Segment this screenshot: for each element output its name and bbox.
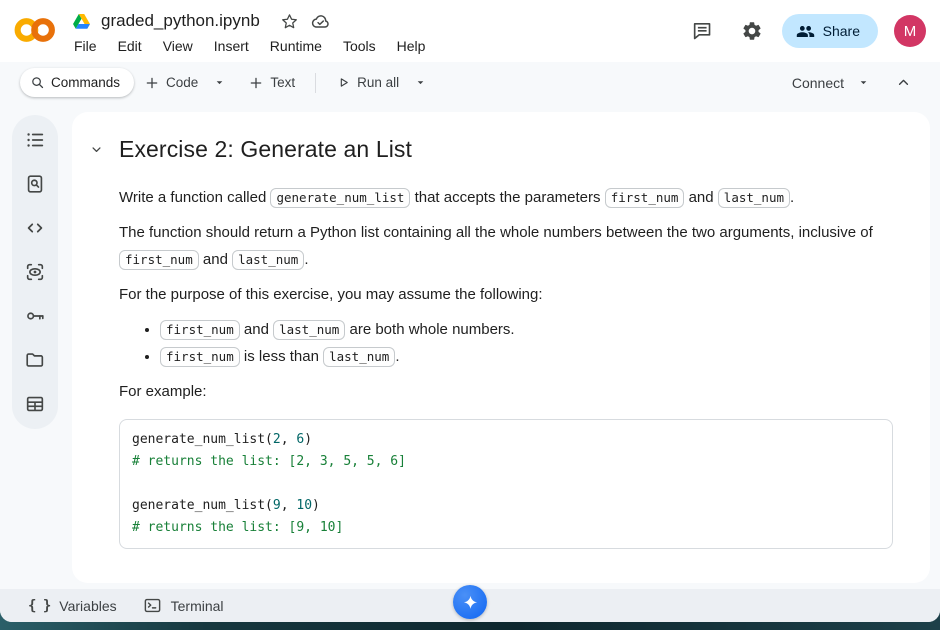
inline-code-chip: first_num (160, 320, 240, 340)
inline-code-chip: last_num (232, 250, 304, 270)
code-snippets-icon[interactable] (23, 216, 47, 240)
colab-logo-icon[interactable] (13, 15, 57, 50)
commands-button[interactable]: Commands (20, 68, 134, 97)
notebook-filename[interactable]: graded_python.ipynb (97, 11, 264, 31)
colab-window: graded_python.ipynb File Edit View Insert Ru… (0, 0, 940, 622)
drive-icon (73, 14, 90, 29)
paragraph: Write a function called generate_num_lis… (119, 184, 877, 211)
list-item: first_num is less than last_num. (160, 343, 836, 370)
add-code-button[interactable]: Code (136, 68, 206, 97)
toolbar-divider (315, 73, 316, 93)
inline-code-chip: first_num (605, 188, 685, 208)
spark-icon (462, 594, 479, 611)
paragraph: For example: (119, 378, 877, 405)
play-icon (336, 75, 351, 90)
search-icon (30, 75, 45, 90)
title-block: graded_python.ipynb File Edit View Insert Ru… (73, 8, 425, 54)
run-all-button[interactable]: Run all (328, 68, 407, 97)
list-item: first_num and last_num are both whole nu… (160, 316, 836, 343)
star-icon[interactable] (280, 12, 299, 31)
terminal-icon (143, 596, 162, 615)
vision-scan-eye-icon[interactable] (23, 260, 47, 284)
connect-dropdown-caret-icon[interactable] (852, 68, 874, 97)
cloud-saved-icon[interactable] (310, 11, 331, 32)
inline-code-chip: last_num (323, 347, 395, 367)
table-of-contents-icon[interactable] (23, 128, 47, 152)
comments-icon[interactable] (682, 11, 722, 51)
settings-gear-icon[interactable] (732, 11, 772, 51)
user-avatar[interactable]: M (894, 15, 926, 47)
secrets-key-icon[interactable] (23, 304, 47, 328)
cell-heading: Exercise 2: Generate an List (119, 133, 412, 165)
add-text-label: Text (270, 75, 295, 90)
menu-insert[interactable]: Insert (214, 38, 249, 54)
collapse-cell-chevron-icon[interactable] (88, 141, 104, 157)
add-code-dropdown-caret-icon[interactable] (208, 68, 230, 97)
markdown-cell[interactable]: Exercise 2: Generate an List Write a fun… (72, 112, 930, 583)
notebook-main: Exercise 2: Generate an List Write a fun… (0, 103, 940, 589)
run-all-dropdown-caret-icon[interactable] (409, 68, 431, 97)
menu-help[interactable]: Help (397, 38, 426, 54)
inline-code-chip: last_num (718, 188, 790, 208)
connect-button[interactable]: Connect (788, 75, 848, 91)
add-code-label: Code (166, 75, 198, 90)
run-all-label: Run all (357, 75, 399, 90)
files-folder-icon[interactable] (23, 348, 47, 372)
share-label: Share (823, 23, 860, 39)
inline-code-chip: generate_num_list (270, 188, 410, 208)
app-header: graded_python.ipynb File Edit View Insert Ru… (0, 0, 940, 62)
markdown-body: Write a function called generate_num_lis… (72, 184, 930, 549)
code-example-block[interactable]: generate_num_list(2, 6)# returns the lis… (119, 419, 893, 549)
heading-row: Exercise 2: Generate an List (72, 112, 930, 165)
paragraph: For the purpose of this exercise, you ma… (119, 281, 877, 308)
notebook-toolbar: Commands Code Text (0, 62, 940, 103)
terminal-button[interactable]: Terminal (143, 596, 224, 615)
braces-icon: { } (28, 598, 50, 614)
inline-code-chip: first_num (119, 250, 199, 270)
gemini-spark-button[interactable] (453, 585, 487, 619)
menu-tools[interactable]: Tools (343, 38, 376, 54)
share-people-icon (796, 22, 815, 41)
data-table-icon[interactable] (23, 392, 47, 416)
toolbar-right: Connect (788, 68, 918, 98)
menu-edit[interactable]: Edit (118, 38, 142, 54)
menu-view[interactable]: View (163, 38, 193, 54)
menu-bar: File Edit View Insert Runtime Tools Help (74, 38, 425, 54)
inline-code-chip: last_num (273, 320, 345, 340)
find-and-replace-icon[interactable] (23, 172, 47, 196)
collapse-header-chevron-icon[interactable] (888, 68, 918, 98)
header-actions: Share M (682, 0, 926, 62)
menu-file[interactable]: File (74, 38, 97, 54)
share-button[interactable]: Share (782, 14, 878, 48)
left-sidebar (12, 115, 58, 429)
plus-icon (248, 75, 264, 91)
commands-label: Commands (51, 75, 120, 90)
add-text-button[interactable]: Text (240, 68, 303, 97)
paragraph: The function should return a Python list… (119, 219, 877, 273)
variables-label: Variables (59, 598, 116, 614)
terminal-label: Terminal (171, 598, 224, 614)
variables-button[interactable]: { } Variables (28, 598, 117, 614)
assumptions-list: first_num and last_num are both whole nu… (119, 316, 836, 370)
menu-runtime[interactable]: Runtime (270, 38, 322, 54)
plus-icon (144, 75, 160, 91)
inline-code-chip: first_num (160, 347, 240, 367)
